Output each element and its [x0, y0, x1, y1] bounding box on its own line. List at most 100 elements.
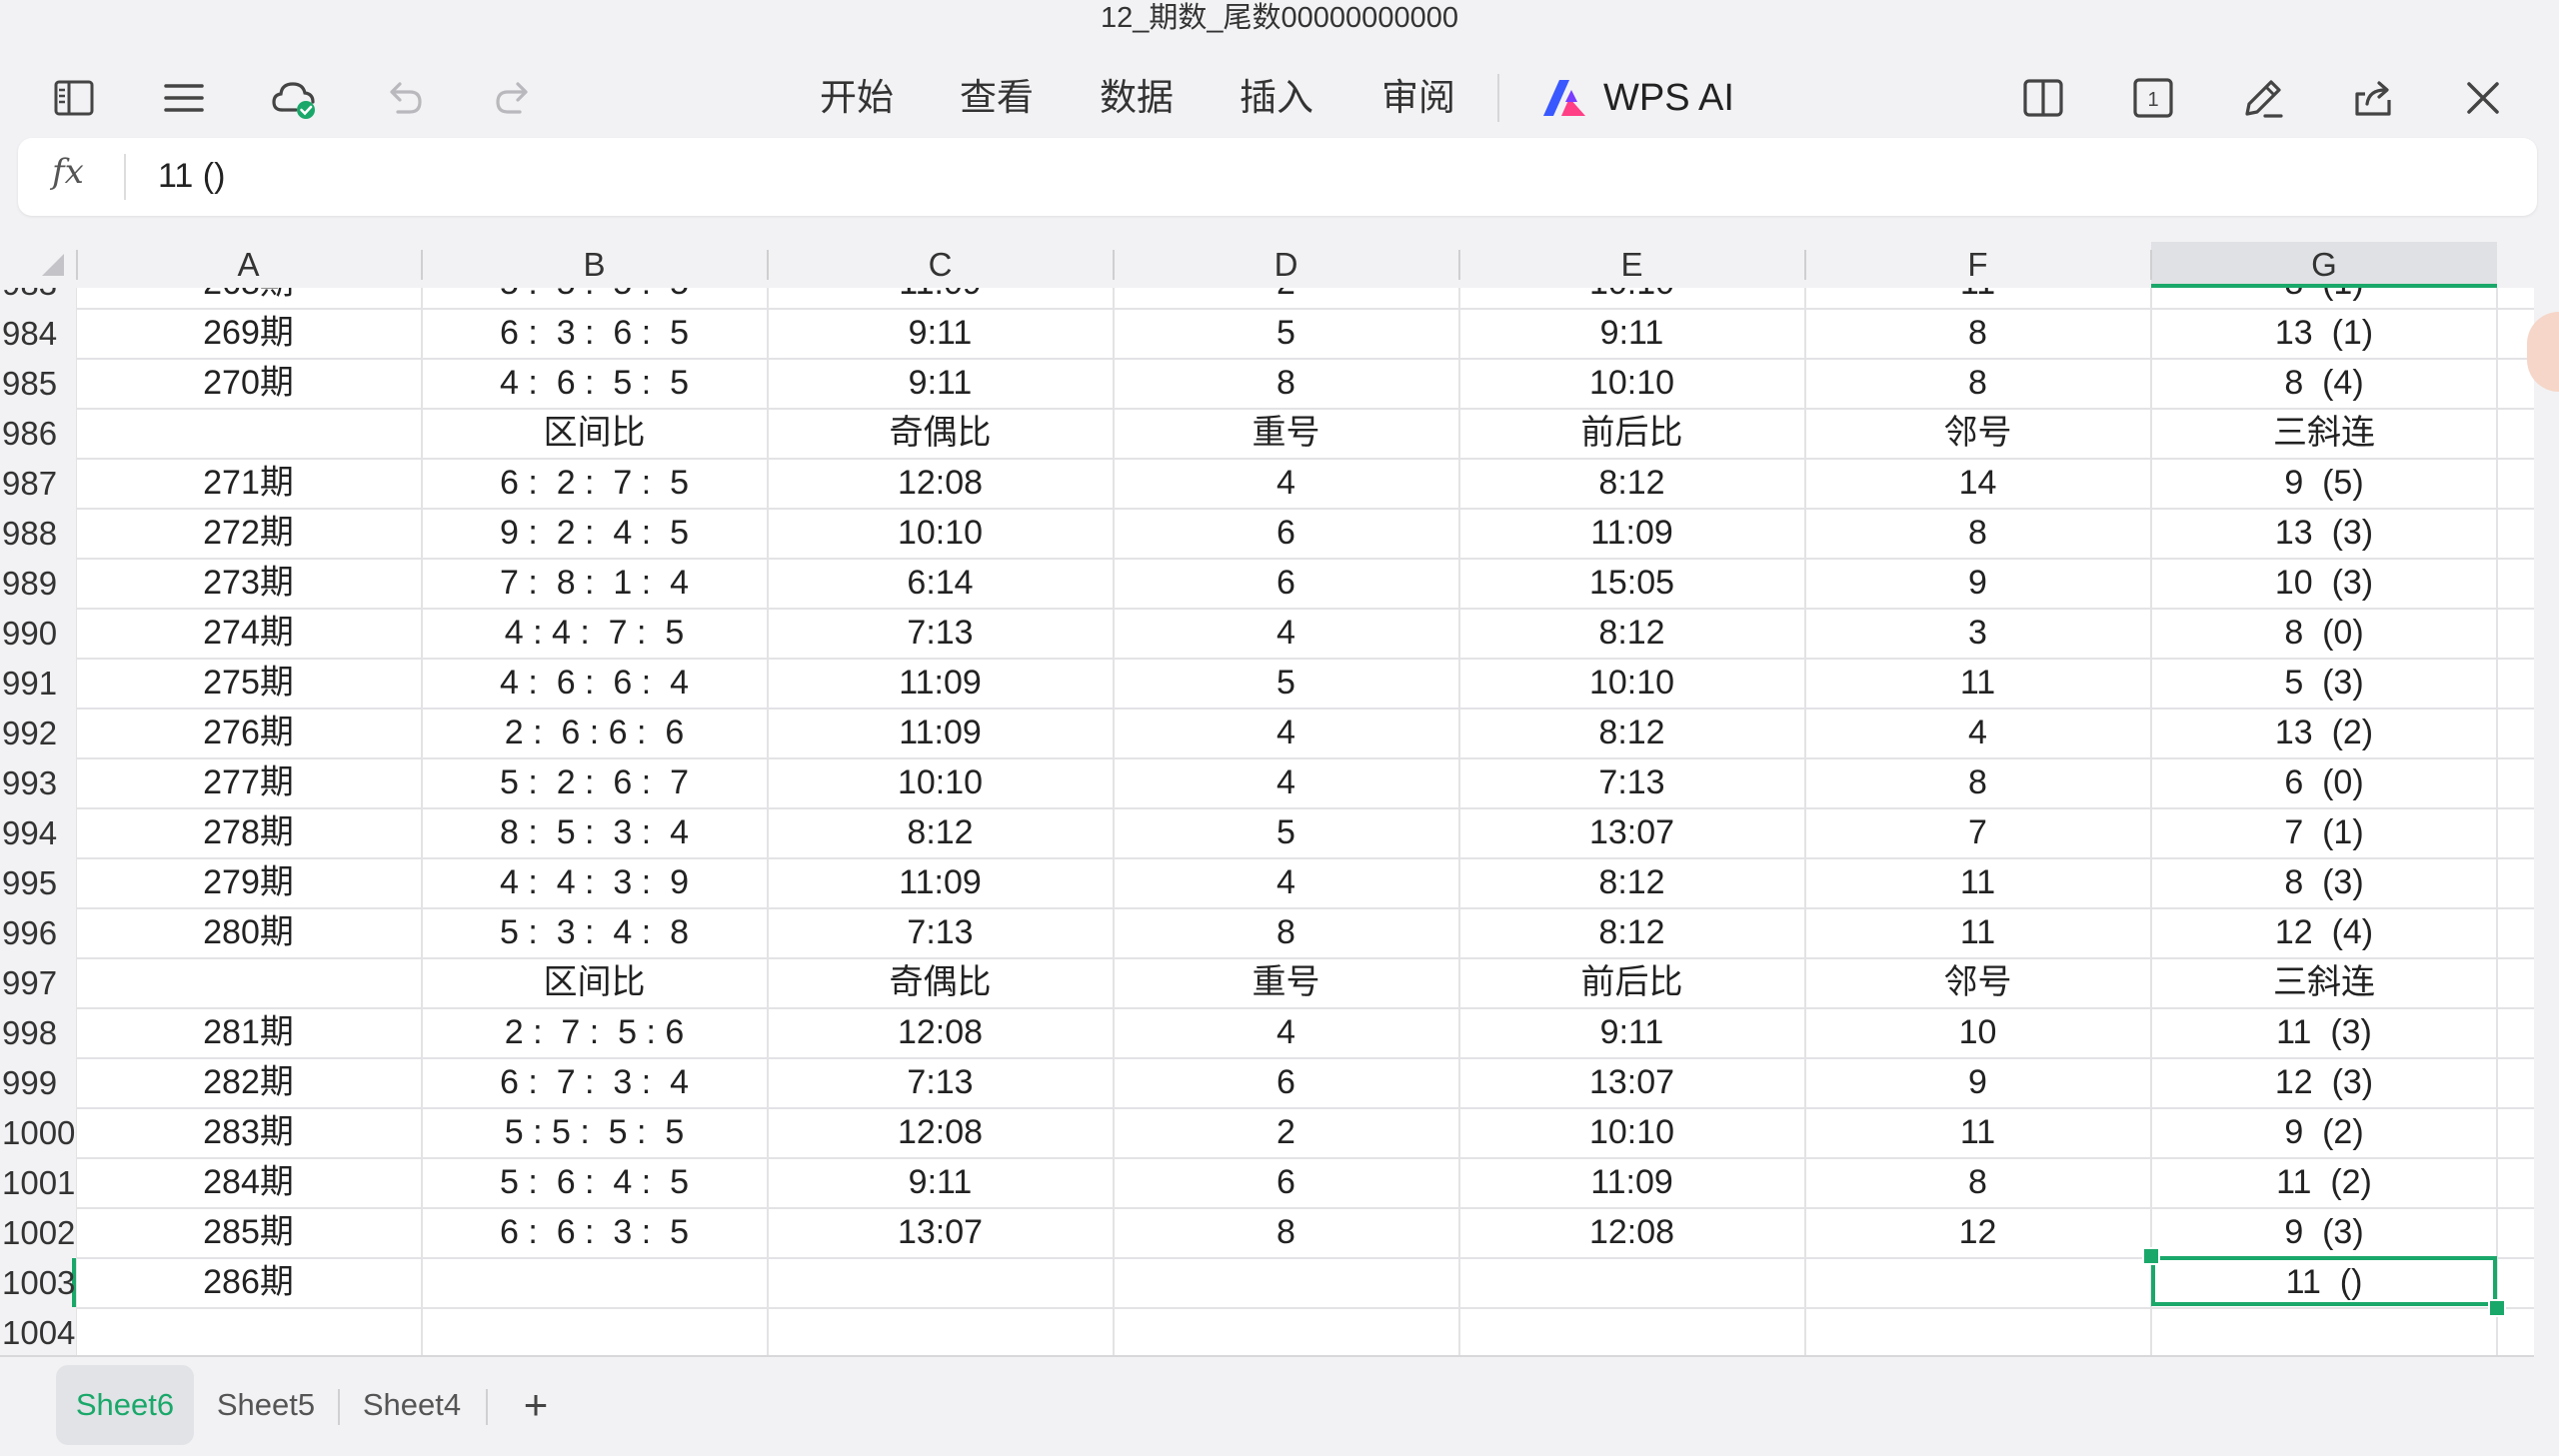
menu-icon[interactable]: [156, 70, 212, 126]
cell-a[interactable]: [76, 958, 421, 1007]
cell-e[interactable]: 13:07: [1459, 808, 1804, 857]
cell-a[interactable]: [76, 409, 421, 458]
cell-e[interactable]: 8:12: [1459, 609, 1804, 658]
cell-e[interactable]: 13:07: [1459, 1058, 1804, 1107]
cell-g[interactable]: 13 (2): [2151, 709, 2497, 757]
cell-a[interactable]: 270期: [76, 359, 421, 408]
cell-c[interactable]: 12:08: [768, 1008, 1113, 1057]
cell-a[interactable]: 280期: [76, 908, 421, 957]
cell-b[interactable]: 5 : 6 : 4 : 5: [422, 1158, 767, 1207]
cell-g[interactable]: 8 (3): [2151, 858, 2497, 907]
cell-a[interactable]: 279期: [76, 858, 421, 907]
cell-b[interactable]: 5 : 5 : 5 : 5: [422, 288, 767, 308]
cell-c[interactable]: 13:07: [768, 1208, 1113, 1257]
cell-e[interactable]: 10:10: [1459, 359, 1804, 408]
selection-handle-top-left[interactable]: [2142, 1247, 2160, 1265]
cell-d[interactable]: 5: [1114, 808, 1458, 857]
cell-b[interactable]: 5 : 5 : 5 : 5: [422, 1108, 767, 1157]
cell-f[interactable]: 11: [1805, 659, 2150, 708]
cell-d[interactable]: 6: [1114, 1058, 1458, 1107]
cell-g[interactable]: 8 (1): [2151, 288, 2497, 308]
column-header-e[interactable]: E: [1459, 240, 1804, 288]
cell-c[interactable]: 10:10: [768, 758, 1113, 807]
cell-g[interactable]: 12 (3): [2151, 1058, 2497, 1107]
row-header[interactable]: 993: [0, 758, 76, 807]
row-header[interactable]: 990: [0, 609, 76, 658]
cell-c[interactable]: 奇偶比: [768, 409, 1113, 458]
cell-g[interactable]: 13 (3): [2151, 509, 2497, 558]
cell-b[interactable]: 6 : 2 : 7 : 5: [422, 459, 767, 508]
cell-a[interactable]: 275期: [76, 659, 421, 708]
cell-b[interactable]: 7 : 8 : 1 : 4: [422, 559, 767, 608]
wps-ai-button[interactable]: WPS AI: [1539, 72, 1734, 124]
row-header[interactable]: 992: [0, 709, 76, 757]
cell-a[interactable]: 277期: [76, 758, 421, 807]
cell-f[interactable]: 4: [1805, 709, 2150, 757]
cell-g[interactable]: 13 (1): [2151, 309, 2497, 358]
cell-c[interactable]: 9:11: [768, 1158, 1113, 1207]
sheet-tab-sheet6[interactable]: Sheet6: [56, 1365, 194, 1445]
row-header[interactable]: 984: [0, 309, 76, 358]
cell-f[interactable]: 邻号: [1805, 409, 2150, 458]
cell-d[interactable]: 4: [1114, 459, 1458, 508]
cell-b[interactable]: [422, 1258, 767, 1307]
close-icon[interactable]: [2455, 70, 2511, 126]
column-header-d[interactable]: D: [1114, 240, 1458, 288]
cell-g[interactable]: 10 (3): [2151, 559, 2497, 608]
cell-f[interactable]: 11: [1805, 908, 2150, 957]
cell-a[interactable]: 286期: [76, 1258, 421, 1307]
row-header[interactable]: 999: [0, 1058, 76, 1107]
cell-e[interactable]: 9:11: [1459, 309, 1804, 358]
row-header[interactable]: 998: [0, 1008, 76, 1057]
cloud-saved-icon[interactable]: [266, 70, 322, 126]
cell-c[interactable]: 11:09: [768, 709, 1113, 757]
cell-f[interactable]: 14: [1805, 459, 2150, 508]
cell-e[interactable]: 8:12: [1459, 459, 1804, 508]
row-header[interactable]: 986: [0, 409, 76, 458]
cell-b[interactable]: 4 : 4 : 7 : 5: [422, 609, 767, 658]
cell-g[interactable]: 6 (0): [2151, 758, 2497, 807]
cell-e[interactable]: 10:10: [1459, 288, 1804, 308]
share-icon[interactable]: [2345, 70, 2401, 126]
cell-g[interactable]: 8 (0): [2151, 609, 2497, 658]
row-header[interactable]: 1004: [0, 1308, 76, 1357]
cell-g[interactable]: 8 (4): [2151, 359, 2497, 408]
cell-b[interactable]: 4 : 6 : 5 : 5: [422, 359, 767, 408]
cell-a[interactable]: 285期: [76, 1208, 421, 1257]
sheet-tab-sheet5[interactable]: Sheet5: [206, 1365, 326, 1445]
cell-g[interactable]: 三斜连: [2151, 409, 2497, 458]
cell-a[interactable]: 278期: [76, 808, 421, 857]
cell-e[interactable]: 前后比: [1459, 409, 1804, 458]
cell-f[interactable]: 9: [1805, 1058, 2150, 1107]
cell-b[interactable]: 8 : 5 : 3 : 4: [422, 808, 767, 857]
cell-c[interactable]: [768, 1258, 1113, 1307]
cell-d[interactable]: 4: [1114, 709, 1458, 757]
row-header[interactable]: 1000: [0, 1108, 76, 1157]
cell-b[interactable]: 6 : 6 : 3 : 5: [422, 1208, 767, 1257]
cell-c[interactable]: 9:11: [768, 359, 1113, 408]
cell-b[interactable]: 2 : 6 : 6 : 6: [422, 709, 767, 757]
cell-a[interactable]: 284期: [76, 1158, 421, 1207]
cell-d[interactable]: 4: [1114, 758, 1458, 807]
cell-g[interactable]: 11 (2): [2151, 1158, 2497, 1207]
cell-e[interactable]: 前后比: [1459, 958, 1804, 1007]
cell-e[interactable]: 12:08: [1459, 1208, 1804, 1257]
cell-e[interactable]: 7:13: [1459, 758, 1804, 807]
cell-f[interactable]: [1805, 1308, 2150, 1357]
column-header-c[interactable]: C: [768, 240, 1113, 288]
cell-d[interactable]: 6: [1114, 1158, 1458, 1207]
cell-g[interactable]: 12 (4): [2151, 908, 2497, 957]
cell-c[interactable]: 奇偶比: [768, 958, 1113, 1007]
undo-icon[interactable]: [376, 70, 432, 126]
cell-f[interactable]: 8: [1805, 758, 2150, 807]
cell-a[interactable]: 281期: [76, 1008, 421, 1057]
page-count-icon[interactable]: 1: [2125, 70, 2181, 126]
row-header[interactable]: 985: [0, 359, 76, 408]
cell-e[interactable]: 11:09: [1459, 509, 1804, 558]
cell-c[interactable]: 7:13: [768, 908, 1113, 957]
cell-c[interactable]: 12:08: [768, 459, 1113, 508]
cell-b[interactable]: 2 : 7 : 5 : 6: [422, 1008, 767, 1057]
cell-f[interactable]: 10: [1805, 1008, 2150, 1057]
cell-c[interactable]: 12:08: [768, 1108, 1113, 1157]
cell-c[interactable]: 11:09: [768, 288, 1113, 308]
